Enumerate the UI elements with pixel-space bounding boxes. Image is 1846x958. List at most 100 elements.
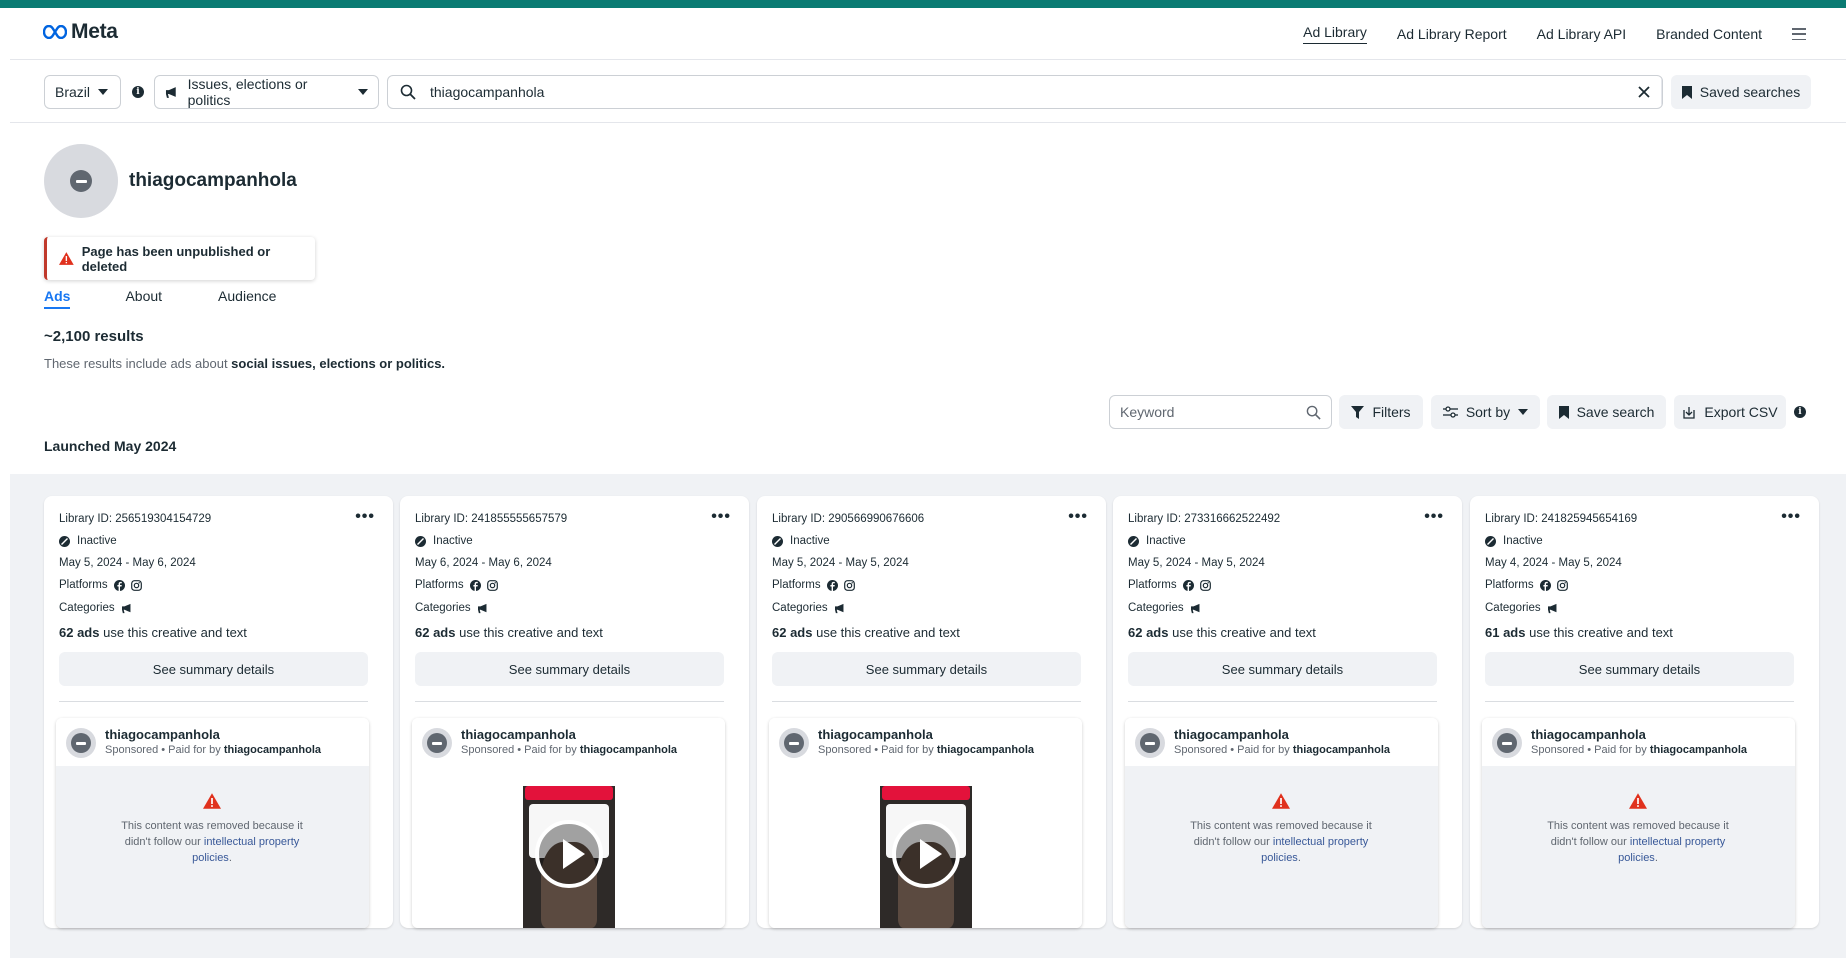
search-query: thiagocampanhola bbox=[430, 84, 545, 100]
facebook-icon bbox=[1182, 579, 1194, 591]
see-summary-button[interactable]: See summary details bbox=[772, 652, 1081, 686]
warning-icon bbox=[59, 252, 74, 265]
categories: Categories bbox=[415, 602, 490, 614]
ad-card: Library ID: 290566990676606 ••• Inactive Ma… bbox=[757, 496, 1106, 928]
sponsored-line: Sponsored • Paid for by thiagocampanhola bbox=[1174, 744, 1391, 756]
ad-card: Library ID: 241855555657579 ••• Inactive Ma… bbox=[400, 496, 749, 928]
chevron-down-icon bbox=[358, 89, 368, 95]
more-options-icon[interactable]: ••• bbox=[1068, 509, 1088, 525]
export-csv-label: Export CSV bbox=[1704, 404, 1778, 420]
country-value: Brazil bbox=[55, 84, 91, 100]
run-dates: May 4, 2024 - May 5, 2024 bbox=[1485, 557, 1622, 569]
library-id: Library ID: 290566990676606 bbox=[772, 513, 925, 525]
categories: Categories bbox=[59, 602, 134, 614]
more-options-icon[interactable]: ••• bbox=[711, 509, 731, 525]
platforms-label: Platforms bbox=[1485, 579, 1534, 591]
removed-message: This content was removed because it didn… bbox=[121, 820, 303, 864]
search-input[interactable]: thiagocampanhola bbox=[387, 75, 1663, 109]
filter-icon bbox=[1351, 405, 1365, 419]
advertiser-avatar bbox=[422, 728, 452, 758]
ad-status: Inactive bbox=[415, 535, 473, 547]
tab-about[interactable]: About bbox=[125, 288, 162, 309]
removed-message: This content was removed because it didn… bbox=[1190, 820, 1372, 864]
see-summary-button[interactable]: See summary details bbox=[1485, 652, 1794, 686]
save-search-label: Save search bbox=[1576, 404, 1655, 420]
see-summary-button[interactable]: See summary details bbox=[1128, 652, 1437, 686]
facebook-icon bbox=[469, 579, 481, 591]
filters-button[interactable]: Filters bbox=[1339, 395, 1423, 429]
see-summary-button[interactable]: See summary details bbox=[59, 652, 368, 686]
ip-policies-link[interactable]: intellectual property policies bbox=[1618, 836, 1725, 864]
ip-policies-link[interactable]: intellectual property policies bbox=[1261, 836, 1368, 864]
ad-media bbox=[412, 766, 725, 928]
see-summary-button[interactable]: See summary details bbox=[415, 652, 724, 686]
status-label: Inactive bbox=[1146, 535, 1186, 547]
instagram-icon bbox=[843, 579, 855, 591]
inactive-icon bbox=[415, 535, 426, 547]
ad-video-thumbnail[interactable] bbox=[523, 772, 615, 928]
removed-content-notice: This content was removed because it didn… bbox=[1482, 766, 1795, 928]
advertiser-avatar bbox=[1135, 728, 1165, 758]
meta-logo[interactable]: Meta bbox=[43, 20, 118, 44]
nav-branded-content[interactable]: Branded Content bbox=[1656, 26, 1762, 42]
tab-ads[interactable]: Ads bbox=[44, 288, 71, 309]
ad-preview-header: thiagocampanhola Sponsored • Paid for by … bbox=[56, 718, 369, 766]
bookmark-icon bbox=[1558, 405, 1569, 419]
advertiser-name[interactable]: thiagocampanhola bbox=[818, 727, 933, 742]
ad-preview: thiagocampanhola Sponsored • Paid for by … bbox=[769, 718, 1082, 928]
advertiser-avatar bbox=[1492, 728, 1522, 758]
page-tabs: Ads About Audience bbox=[44, 288, 276, 309]
ip-policies-link[interactable]: intellectual property policies bbox=[192, 836, 299, 864]
status-label: Inactive bbox=[433, 535, 473, 547]
removed-content-notice: This content was removed because it didn… bbox=[56, 766, 369, 928]
export-csv-button[interactable]: Export CSV bbox=[1674, 395, 1786, 429]
sort-by-button[interactable]: Sort by bbox=[1431, 395, 1540, 429]
search-bar-row: Brazil i Issues, elections or politics t… bbox=[10, 61, 1846, 123]
info-icon[interactable]: i bbox=[1794, 406, 1806, 418]
hamburger-icon[interactable] bbox=[1792, 28, 1806, 40]
clear-search-icon[interactable] bbox=[1638, 86, 1650, 98]
sliders-icon bbox=[1442, 406, 1458, 418]
play-icon[interactable] bbox=[535, 820, 603, 888]
sort-by-label: Sort by bbox=[1465, 404, 1511, 420]
advertiser-name[interactable]: thiagocampanhola bbox=[461, 727, 576, 742]
categories: Categories bbox=[772, 602, 847, 614]
results-note-prefix: These results include ads about bbox=[44, 356, 232, 371]
ad-category-select[interactable]: Issues, elections or politics bbox=[154, 75, 379, 109]
saved-searches-button[interactable]: Saved searches bbox=[1671, 75, 1811, 109]
save-search-button[interactable]: Save search bbox=[1547, 395, 1666, 429]
keyword-input[interactable] bbox=[1120, 404, 1306, 420]
ad-preview-header: thiagocampanhola Sponsored • Paid for by … bbox=[412, 718, 725, 766]
play-icon[interactable] bbox=[892, 820, 960, 888]
megaphone-icon bbox=[477, 603, 487, 613]
megaphone-icon bbox=[1190, 603, 1200, 613]
more-options-icon[interactable]: ••• bbox=[1424, 509, 1444, 525]
warning-icon bbox=[1629, 793, 1647, 809]
more-options-icon[interactable]: ••• bbox=[1781, 509, 1801, 525]
sponsored-line: Sponsored • Paid for by thiagocampanhola bbox=[818, 744, 1035, 756]
ad-video-thumbnail[interactable] bbox=[880, 772, 972, 928]
more-options-icon[interactable]: ••• bbox=[355, 509, 375, 525]
unavailable-icon bbox=[1497, 733, 1517, 753]
nav-ad-library-report[interactable]: Ad Library Report bbox=[1397, 26, 1507, 42]
info-icon[interactable]: i bbox=[132, 86, 144, 98]
inactive-icon bbox=[1485, 535, 1496, 547]
keyword-field[interactable] bbox=[1109, 395, 1332, 429]
instagram-icon bbox=[486, 579, 498, 591]
advertiser-name[interactable]: thiagocampanhola bbox=[1531, 727, 1646, 742]
saved-searches-label: Saved searches bbox=[1699, 84, 1801, 100]
tab-audience[interactable]: Audience bbox=[218, 288, 276, 309]
platforms-label: Platforms bbox=[1128, 579, 1177, 591]
advertiser-name[interactable]: thiagocampanhola bbox=[1174, 727, 1289, 742]
advertiser-name[interactable]: thiagocampanhola bbox=[105, 727, 220, 742]
unavailable-icon bbox=[427, 733, 447, 753]
ad-status: Inactive bbox=[59, 535, 117, 547]
nav-ad-library-api[interactable]: Ad Library API bbox=[1537, 26, 1627, 42]
unavailable-icon bbox=[784, 733, 804, 753]
library-id: Library ID: 241855555657579 bbox=[415, 513, 568, 525]
nav-ad-library[interactable]: Ad Library bbox=[1303, 24, 1367, 44]
chevron-down-icon bbox=[98, 89, 109, 95]
megaphone-icon bbox=[121, 603, 131, 613]
country-select[interactable]: Brazil bbox=[44, 75, 121, 109]
section-heading: Launched May 2024 bbox=[44, 438, 177, 454]
